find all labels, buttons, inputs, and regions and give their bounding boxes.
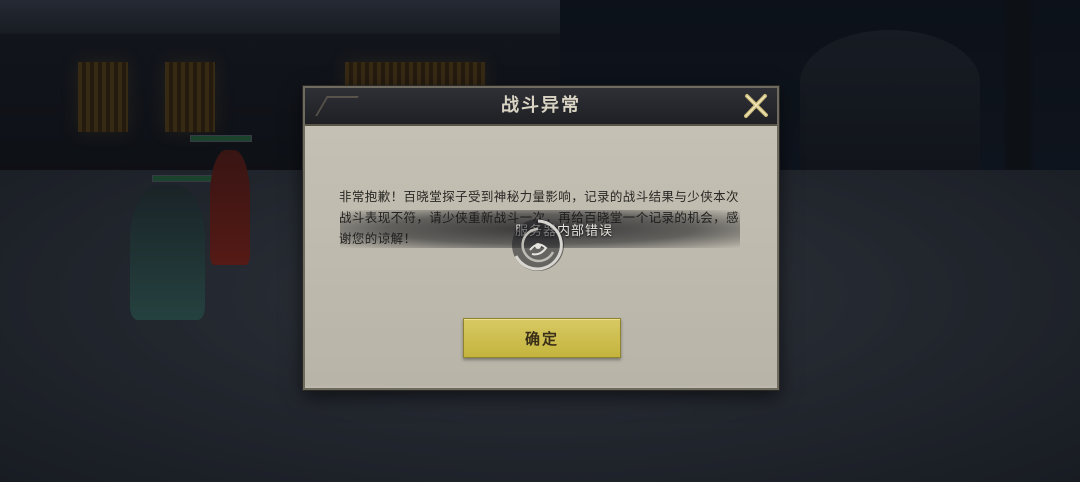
close-button[interactable] [741, 91, 771, 121]
loading-swirl-icon [500, 212, 576, 278]
close-x-icon [744, 94, 768, 118]
dialog-title: 战斗异常 [501, 95, 581, 116]
confirm-button-label: 确定 [524, 329, 559, 348]
dialog-header: 战斗异常 [305, 88, 777, 126]
confirm-button[interactable]: 确定 [463, 318, 621, 358]
